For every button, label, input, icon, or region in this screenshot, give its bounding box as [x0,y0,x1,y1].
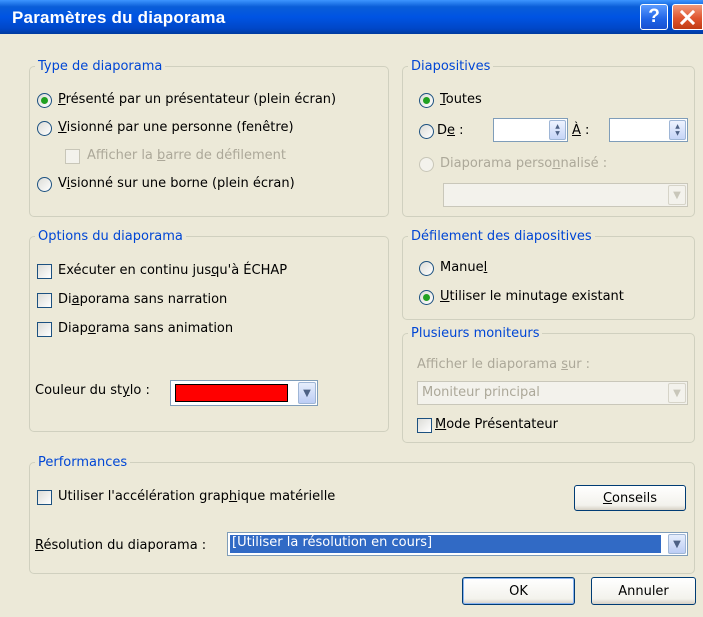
pen-color-swatch [175,384,288,402]
radio-custom-show[interactable] [419,157,434,172]
monitor-value: Moniteur principal [422,385,540,400]
ok-button[interactable]: OK [462,577,575,605]
monitor-dropdown[interactable]: Moniteur principal ▼ [417,381,688,405]
show-options-legend: Options du diaporama [38,229,183,244]
radio-browsed-at-kiosk[interactable] [37,177,52,192]
checkbox-hardware-acceleration-label[interactable]: Utiliser l'accélération graphique matéri… [58,489,335,504]
radio-manual-advance-label[interactable]: Manuel [440,260,487,275]
radio-use-timings-label[interactable]: Utiliser le minutage existant [440,289,624,304]
pen-color-label: Couleur du stylo : [35,383,150,398]
checkbox-no-animation[interactable] [37,322,52,337]
checkbox-show-scrollbar-label[interactable]: Afficher la barre de défilement [87,148,286,163]
radio-presented-by-speaker[interactable] [37,93,52,108]
checkbox-presenter-view[interactable] [417,418,432,433]
advance-slides-legend: Défilement des diapositives [411,229,592,244]
checkbox-show-scrollbar[interactable] [65,149,80,164]
checkbox-no-animation-label[interactable]: Diaporama sans animation [58,321,233,336]
chevron-down-icon[interactable]: ▼ [668,383,686,403]
spin-down-icon: ▼ [555,130,560,137]
radio-all-slides-label[interactable]: Toutes [440,92,482,107]
performance-group: Performances [29,455,695,574]
from-slide-spinner[interactable]: ▲ ▼ [493,118,568,142]
pen-color-dropdown[interactable]: ▼ [170,380,318,406]
show-type-legend: Type de diaporama [38,59,163,74]
checkbox-presenter-view-label[interactable]: Mode Présentateur [435,417,558,432]
cancel-button[interactable]: Annuler [591,577,696,605]
checkbox-no-narration[interactable] [37,293,52,308]
close-icon [680,9,695,25]
resolution-dropdown[interactable]: [Utiliser la résolution en cours] ▼ [227,532,688,556]
radio-all-slides[interactable] [419,93,434,108]
custom-show-dropdown[interactable]: ▼ [443,183,688,207]
radio-custom-show-label[interactable]: Diaporama personnalisé : [440,156,607,171]
checkbox-loop-until-esc-label[interactable]: Exécuter en continu jusqu'à ÉCHAP [58,263,287,278]
to-slide-spinner[interactable]: ▲ ▼ [609,118,688,142]
help-icon: ? [648,6,660,27]
show-type-group: Type de diaporama [29,59,389,217]
tips-button[interactable]: Conseils [574,485,686,511]
resolution-label: Résolution du diaporama : [35,538,207,553]
spin-up-icon: ▲ [555,123,560,130]
spin-down-icon: ▼ [675,130,680,137]
checkbox-loop-until-esc[interactable] [37,264,52,279]
show-on-label: Afficher le diaporama sur : [417,357,591,372]
performance-legend: Performances [38,455,128,470]
radio-from-slide-label[interactable]: De : [437,123,464,138]
dialog-title: Paramètres du diaporama [12,8,226,27]
checkbox-hardware-acceleration[interactable] [37,490,52,505]
chevron-down-icon[interactable]: ▼ [668,185,686,205]
help-button[interactable]: ? [640,4,668,30]
radio-use-timings[interactable] [419,290,434,305]
slide-show-settings-dialog: Paramètres du diaporama ? Type de diapor… [0,0,703,617]
from-slide-spin-buttons[interactable]: ▲ ▼ [549,120,566,140]
to-slide-spin-buttons[interactable]: ▲ ▼ [669,120,686,140]
radio-presented-by-speaker-label[interactable]: Présenté par un présentateur (plein écra… [58,92,336,107]
radio-browsed-by-individual-label[interactable]: Visionné par une personne (fenêtre) [58,120,294,135]
multiple-monitors-legend: Plusieurs moniteurs [411,326,540,341]
checkbox-no-narration-label[interactable]: Diaporama sans narration [58,292,227,307]
radio-from-slide[interactable] [419,124,434,139]
title-bar[interactable]: Paramètres du diaporama ? [0,0,703,34]
to-slide-label: À : [572,123,590,138]
slides-legend: Diapositives [411,59,491,74]
chevron-down-icon[interactable]: ▼ [668,534,686,554]
spin-up-icon: ▲ [675,123,680,130]
radio-manual-advance[interactable] [419,261,434,276]
radio-browsed-at-kiosk-label[interactable]: Visionné sur une borne (plein écran) [58,176,295,191]
chevron-down-icon[interactable]: ▼ [298,382,316,404]
close-button[interactable] [672,4,703,30]
resolution-value: [Utiliser la résolution en cours] [232,535,433,550]
radio-browsed-by-individual[interactable] [37,121,52,136]
